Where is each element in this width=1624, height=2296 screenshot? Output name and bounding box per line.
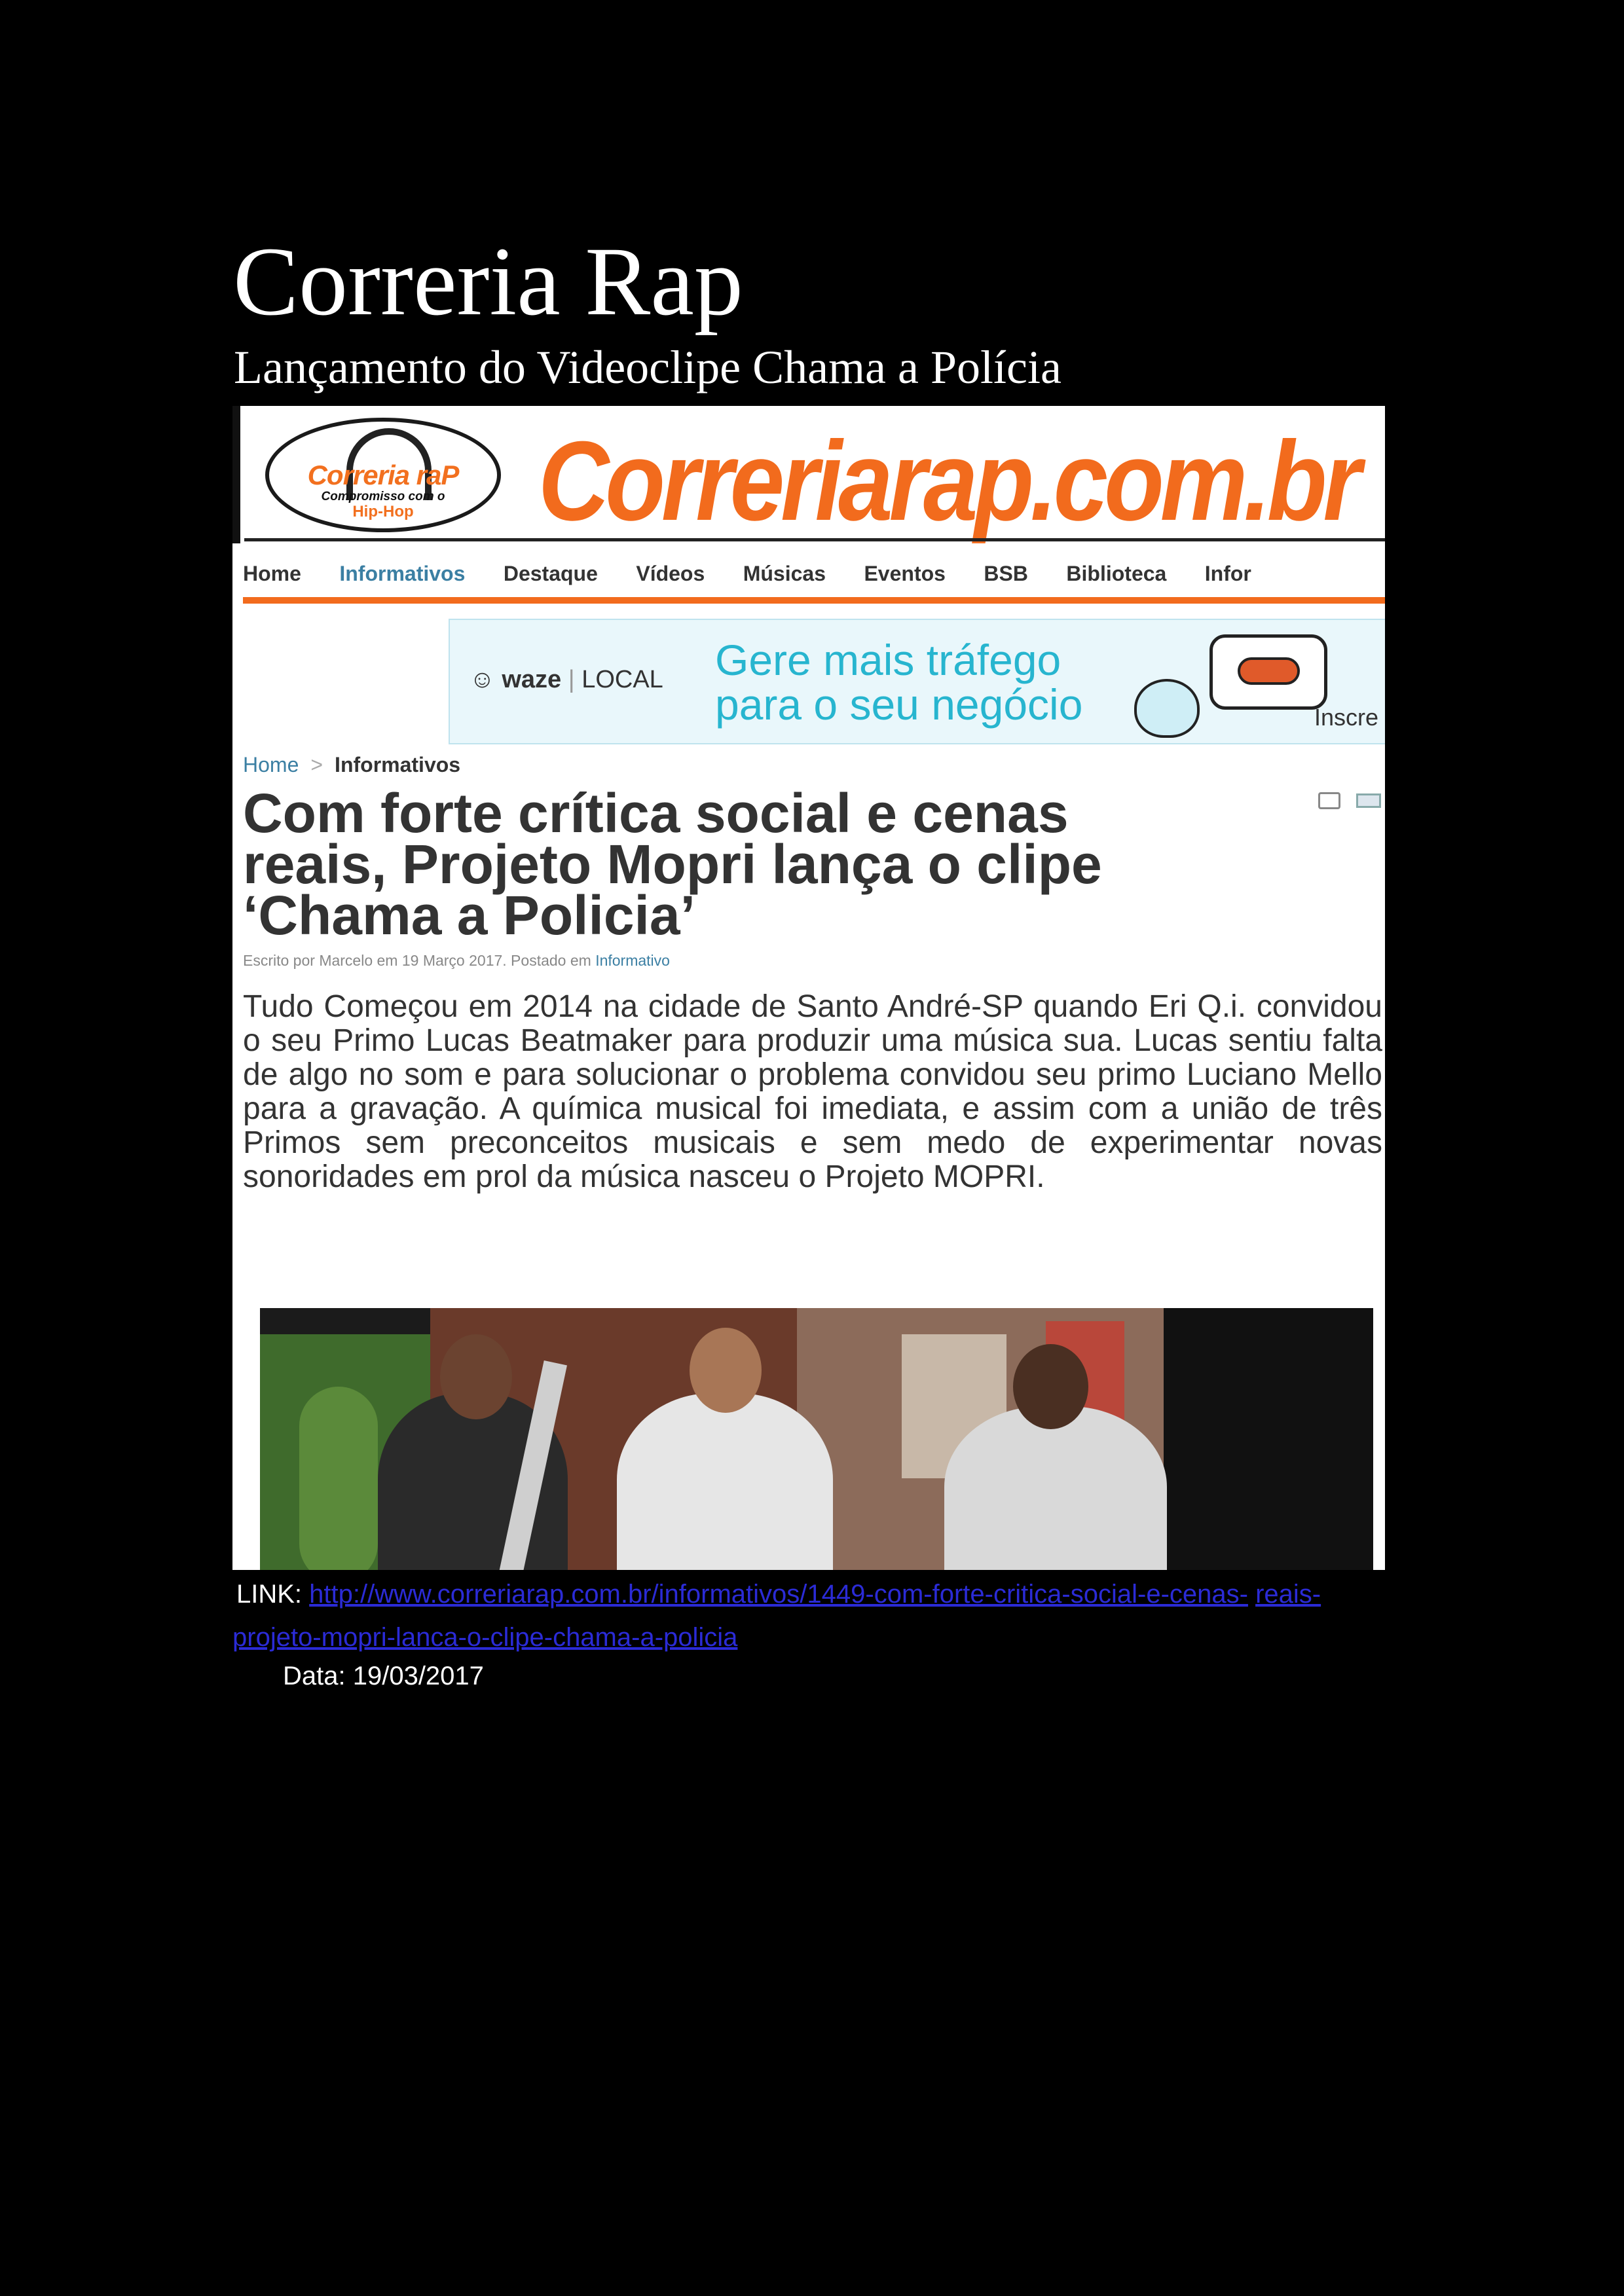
nav-item-eventos[interactable]: Eventos [864, 562, 945, 586]
article-meta-text: Escrito por Marcelo em 19 Março 2017. Po… [243, 952, 596, 969]
photo-foliage-detail [299, 1387, 378, 1570]
doc-title: Correria Rap [233, 227, 743, 336]
logo-name: Correria raP [307, 460, 460, 490]
ad-banner[interactable]: ☺ waze | LOCAL Gere mais tráfego para o … [449, 619, 1385, 744]
nav-item-infor[interactable]: Infor [1205, 562, 1251, 586]
publication-date: Data: 19/03/2017 [283, 1662, 484, 1690]
ad-brand-separator: | [568, 666, 582, 693]
article-category-link[interactable]: Informativo [595, 952, 670, 969]
nav-item-biblioteca[interactable]: Biblioteca [1066, 562, 1166, 586]
source-url-part1[interactable]: http://www.correriarap.com.br/informativ… [309, 1580, 1248, 1609]
photo-person-right [944, 1406, 1167, 1570]
header-divider [244, 538, 1385, 541]
nav-item-destaque[interactable]: Destaque [504, 562, 598, 586]
article-body: Tudo Começou em 2014 na cidade de Santo … [243, 989, 1382, 1194]
site-logo[interactable]: Correria raP Compromisso com o Hip-Hop [265, 418, 501, 532]
breadcrumb-current: Informativos [335, 753, 461, 776]
article-meta: Escrito por Marcelo em 19 Março 2017. Po… [243, 952, 670, 970]
ad-headline-line1: Gere mais tráfego [715, 636, 1061, 684]
ad-brand-suffix: LOCAL [581, 666, 663, 693]
photo-person-right-head [1013, 1344, 1088, 1429]
nav-item-home[interactable]: Home [243, 562, 301, 586]
doc-subtitle: Lançamento do Videoclipe Chama a Polícia [234, 341, 1061, 393]
nav-item-videos[interactable]: Vídeos [636, 562, 705, 586]
ad-brand: ☺ waze | LOCAL [470, 666, 663, 694]
nav-item-informativos[interactable]: Informativos [339, 562, 465, 586]
article-photo [260, 1308, 1373, 1570]
photo-shadow [1164, 1308, 1373, 1570]
ad-headline-line2: para o seu negócio [715, 680, 1083, 729]
source-link: LINK: http://www.correriarap.com.br/info… [232, 1573, 1346, 1659]
logo-tagline: Compromisso com o [321, 490, 445, 503]
hotdog-icon [1238, 657, 1300, 685]
photo-person-guitarist-head [440, 1334, 512, 1419]
main-nav: Home Informativos Destaque Vídeos Música… [243, 562, 1287, 594]
nav-divider [243, 597, 1385, 604]
ad-cta[interactable]: Inscre [1314, 704, 1378, 731]
print-icon[interactable] [1318, 792, 1340, 809]
link-label: LINK: [236, 1580, 303, 1609]
waze-icon: ☺ [470, 666, 502, 693]
clipping-edge [232, 406, 240, 543]
nav-item-bsb[interactable]: BSB [984, 562, 1028, 586]
photo-person-center-head [690, 1328, 762, 1413]
email-icon[interactable] [1356, 793, 1381, 808]
site-wordmark[interactable]: Correriarap.com.br [538, 424, 1361, 538]
breadcrumb: Home > Informativos [243, 753, 460, 777]
breadcrumb-separator: > [310, 753, 323, 776]
waze-mascot-icon [1134, 679, 1200, 738]
breadcrumb-home[interactable]: Home [243, 753, 299, 776]
logo-tagline-hiphop: Hip-Hop [352, 503, 414, 520]
photo-person-center [617, 1393, 833, 1570]
ad-brand-name: waze [502, 666, 562, 693]
article-title: Com forte crítica social e cenas reais, … [243, 782, 1102, 946]
speech-bubble-icon [1209, 634, 1327, 710]
nav-item-musicas[interactable]: Músicas [743, 562, 826, 586]
site-header: Correria raP Compromisso com o Hip-Hop C… [240, 406, 1385, 540]
article-clipping: Correria raP Compromisso com o Hip-Hop C… [232, 406, 1385, 1570]
